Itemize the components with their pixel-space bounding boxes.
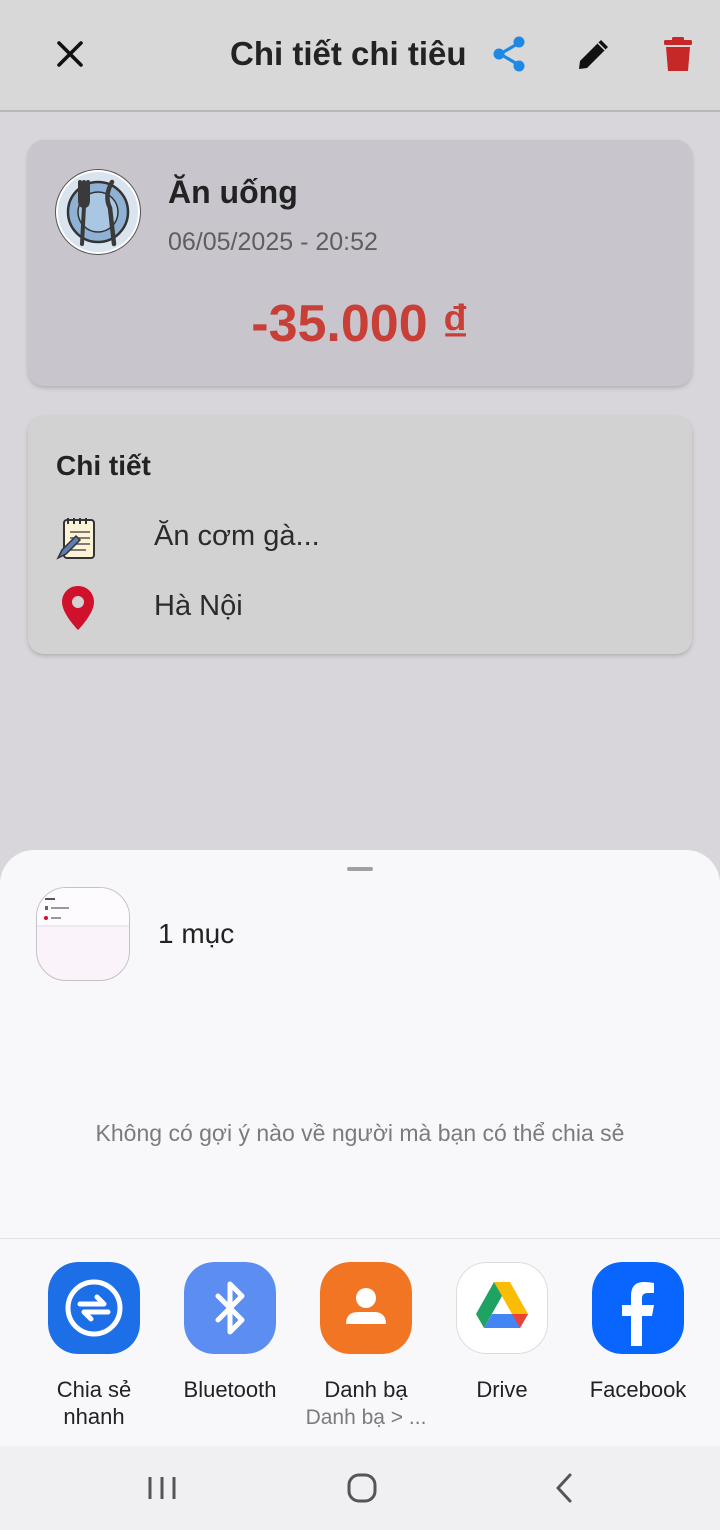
transaction-datetime: 06/05/2025 - 20:52: [168, 228, 378, 256]
recents-icon[interactable]: [146, 1470, 178, 1506]
share-target-label: Bluetooth: [183, 1377, 277, 1402]
close-icon[interactable]: [46, 30, 94, 78]
transaction-amount: -35.000 ₫: [251, 295, 469, 353]
share-target-label: Drive: [476, 1377, 528, 1402]
location-text: Hà Nội: [154, 590, 243, 622]
share-target-label: Chia sẻ nhanh: [56, 1377, 132, 1429]
note-text: Ăn cơm gà...: [154, 520, 320, 552]
no-suggestions-message: Không có gợi ý nào về người mà bạn có th…: [95, 1120, 625, 1146]
page-title: Chi tiết chi tiêu: [230, 35, 467, 72]
bluetooth-icon: [184, 1262, 276, 1354]
share-item-count: 1 mục: [158, 918, 235, 949]
back-icon[interactable]: [550, 1470, 578, 1506]
food-category-icon: [56, 170, 140, 254]
facebook-icon: [592, 1262, 684, 1354]
summary-card: Ăn uống 06/05/2025 - 20:52 -35.000 ₫: [28, 140, 692, 386]
detail-card: Chi tiết Ăn cơm gà... Hà Nội: [28, 416, 692, 654]
system-nav-bar: [0, 1446, 720, 1530]
contacts-icon: [320, 1262, 412, 1354]
quick-share-icon: [48, 1262, 140, 1354]
notepad-icon: [56, 518, 95, 560]
app-bar: Chi tiết chi tiêu: [0, 0, 720, 112]
edit-icon[interactable]: [574, 34, 614, 74]
delete-icon[interactable]: [658, 34, 698, 74]
shared-item-thumbnail: [36, 887, 130, 981]
share-target-label: Facebook: [589, 1377, 687, 1402]
category-name: Ăn uống: [168, 174, 298, 210]
sheet-drag-handle[interactable]: [347, 867, 373, 871]
drive-icon: [456, 1262, 548, 1354]
sheet-divider: [0, 1238, 720, 1239]
location-pin-icon: [62, 586, 94, 630]
share-target-label: Danh bạ: [324, 1377, 408, 1402]
detail-heading: Chi tiết: [56, 450, 151, 481]
share-sheet: 1 mục Không có gợi ý nào về người mà bạn…: [0, 850, 720, 1446]
share-icon[interactable]: [490, 34, 530, 74]
share-apps-row: Chia sẻ nhanh Bluetooth Danh bạ Danh bạ …: [0, 1260, 720, 1440]
share-target-sublabel: Danh bạ > ...: [305, 1406, 427, 1429]
home-icon[interactable]: [344, 1470, 380, 1506]
